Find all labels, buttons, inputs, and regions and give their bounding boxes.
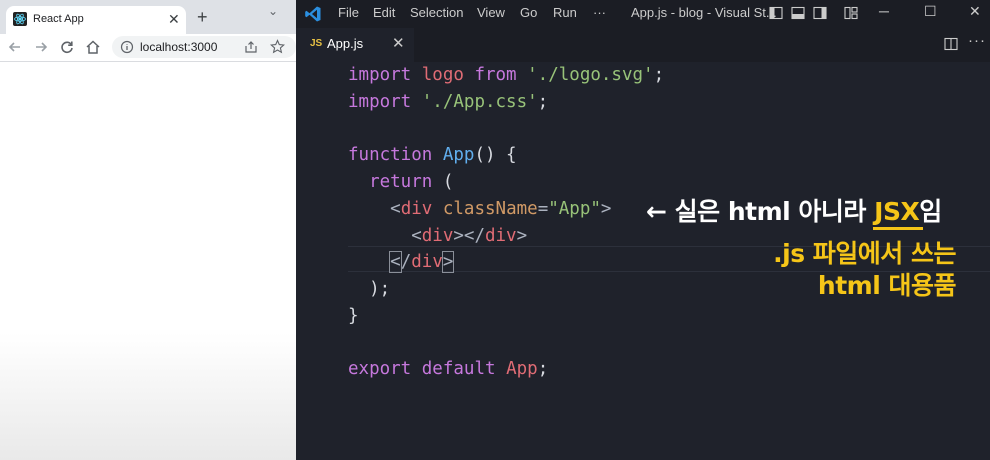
code-line-2: import './App.css'; (348, 92, 549, 112)
annotation-jsx-highlight: JSX (874, 197, 920, 226)
back-arrow-icon[interactable] (6, 38, 24, 56)
tab-close-icon[interactable]: ✕ (168, 10, 180, 28)
browser-toolbar: localhost:3000 (0, 34, 296, 62)
customize-layout-icon[interactable] (844, 6, 858, 20)
toggle-primary-sidebar-icon[interactable] (769, 6, 783, 20)
url-text: localhost:3000 (140, 40, 218, 54)
vscode-window: File Edit Selection View Go Run ··· App.… (296, 0, 990, 460)
editor-tab-label: App.js (327, 36, 364, 51)
close-window-button[interactable]: ✕ (969, 3, 981, 20)
code-line-9: ); (348, 279, 391, 299)
share-icon[interactable] (244, 40, 258, 54)
forward-arrow-icon[interactable] (32, 38, 50, 56)
react-favicon-icon (13, 12, 27, 26)
menu-more[interactable]: ··· (593, 5, 606, 20)
menu-go[interactable]: Go (520, 5, 537, 20)
code-line-12: export default App; (348, 359, 549, 379)
code-editor[interactable]: import logo from './logo.svg'; import '.… (296, 62, 990, 460)
browser-page-content (0, 63, 296, 460)
maximize-button[interactable]: ☐ (924, 3, 937, 20)
js-file-icon: JS (310, 38, 323, 49)
matched-bracket-close: > (441, 251, 455, 273)
toggle-panel-icon[interactable] (791, 6, 805, 20)
editor-tab-bar: JS App.js ✕ ··· (296, 28, 990, 62)
browser-tab-title: React App (33, 13, 84, 25)
menu-view[interactable]: View (477, 5, 505, 20)
address-bar[interactable]: localhost:3000 (112, 36, 296, 58)
vscode-title-bar: File Edit Selection View Go Run ··· App.… (296, 0, 990, 28)
code-line-10: } (348, 306, 359, 326)
code-line-4: function App() { (348, 145, 517, 165)
more-actions-icon[interactable]: ··· (968, 32, 986, 49)
annotation-jsx-note: ← 실은 html 아니라 JSX임 (646, 197, 942, 226)
annotation-line-2: html 대용품 (817, 271, 957, 300)
editor-tab-app-js[interactable]: JS App.js ✕ (296, 28, 414, 62)
menu-run[interactable]: Run (553, 5, 577, 20)
menu-file[interactable]: File (338, 5, 359, 20)
code-line-1: import logo from './logo.svg'; (348, 65, 665, 85)
window-title: App.js - blog - Visual St... (631, 5, 777, 20)
site-info-icon[interactable] (120, 40, 134, 54)
home-icon[interactable] (84, 38, 102, 56)
bookmark-star-icon[interactable] (270, 39, 285, 54)
close-tab-icon[interactable]: ✕ (392, 34, 405, 52)
matched-bracket-open: < (389, 251, 402, 273)
new-tab-button[interactable]: + (197, 6, 208, 28)
code-line-8: </div> (389, 251, 455, 273)
browser-window: React App ✕ + ⌄ localhost:3000 (0, 0, 296, 460)
reload-icon[interactable] (58, 38, 76, 56)
menu-edit[interactable]: Edit (373, 5, 395, 20)
annotation-line-1: .js 파일에서 쓰는 (773, 239, 956, 268)
code-line-6: <div className="App"> (390, 199, 612, 219)
browser-tab-strip: React App ✕ + ⌄ (0, 0, 296, 34)
tab-search-chevron-icon[interactable]: ⌄ (268, 4, 278, 18)
screen: React App ✕ + ⌄ localhost:3000 File Edit… (0, 0, 990, 460)
code-line-5: return ( (369, 172, 454, 192)
code-line-7: <div></div> (411, 226, 528, 246)
split-editor-icon[interactable] (944, 37, 958, 51)
annotation-underline (873, 227, 923, 230)
toggle-secondary-sidebar-icon[interactable] (813, 6, 827, 20)
browser-tab-react-app[interactable]: React App ✕ (6, 6, 186, 34)
minimize-button[interactable]: ─ (879, 3, 889, 19)
vscode-logo-icon (305, 6, 321, 22)
annotation-js-file-note: .js 파일에서 쓰는 html 대용품 (773, 238, 956, 302)
menu-selection[interactable]: Selection (410, 5, 463, 20)
